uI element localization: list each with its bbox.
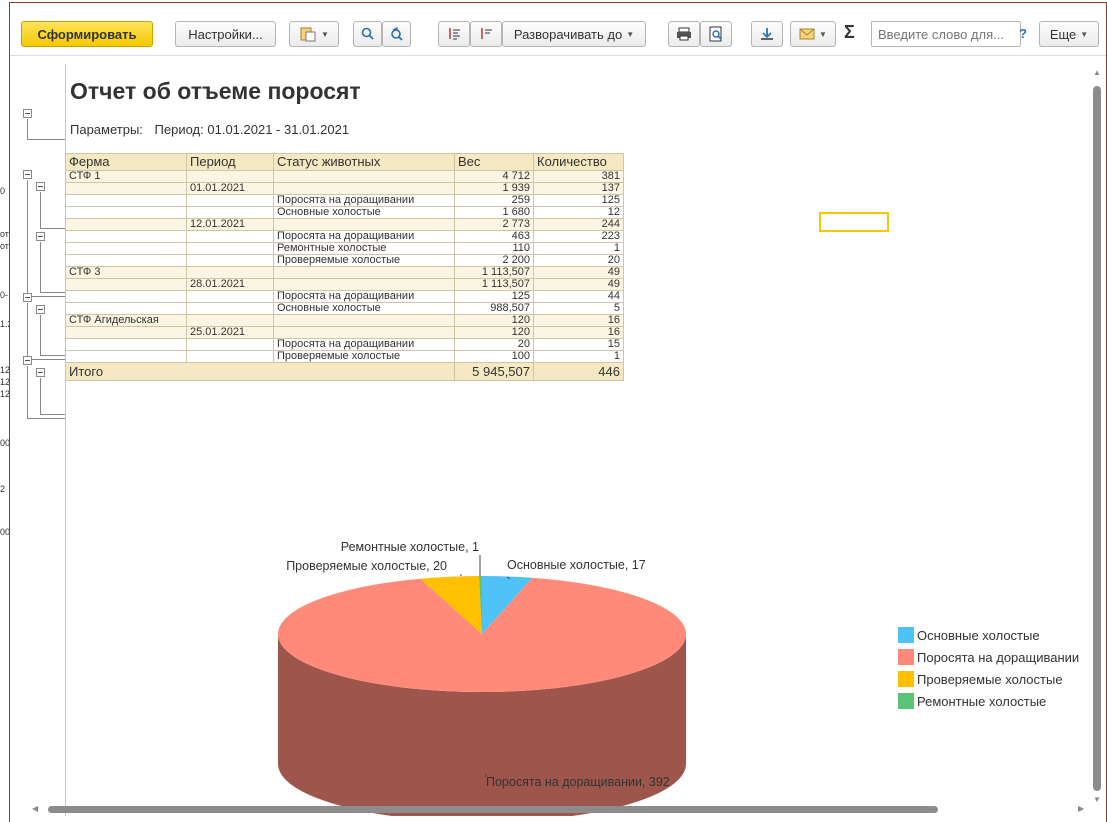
legend-label: Поросята на доращивании: [917, 649, 1080, 665]
print-button[interactable]: [668, 21, 700, 47]
legend-swatch: [898, 671, 914, 687]
legend-label: Основные холостые: [917, 627, 1040, 643]
scroll-left-icon[interactable]: ◀: [32, 804, 38, 813]
toolbar: Сформировать Настройки... ▼ Разворачиват…: [10, 3, 1106, 55]
report-area: Отчет об отъеме поросят Параметры: Перио…: [10, 55, 1106, 822]
generate-label: Сформировать: [37, 26, 137, 42]
vertical-scrollbar[interactable]: ▲ ▼: [1092, 68, 1102, 808]
preview-button[interactable]: [700, 21, 732, 47]
scroll-down-icon[interactable]: ▼: [1093, 795, 1101, 804]
chevron-down-icon: ▼: [626, 29, 635, 39]
download-icon: [759, 27, 775, 41]
settings-label: Настройки...: [188, 26, 263, 42]
legend-item: Основные холостые: [898, 627, 1040, 643]
horizontal-scrollbar[interactable]: ◀ ▶: [30, 804, 1090, 814]
legend-swatch: [898, 649, 914, 665]
more-button[interactable]: Еще ▼: [1039, 21, 1099, 47]
sort-descending-icon: [479, 27, 493, 41]
search-input[interactable]: [871, 21, 1021, 47]
report-window: Сформировать Настройки... ▼ Разворачиват…: [9, 2, 1107, 822]
legend-label: Ремонтные холостые: [917, 693, 1047, 709]
legend-swatch: [898, 693, 914, 709]
help-icon[interactable]: ?: [1019, 26, 1027, 41]
vertical-scroll-thumb[interactable]: [1093, 86, 1101, 791]
horizontal-scroll-thumb[interactable]: [48, 806, 938, 813]
chevron-down-icon: ▼: [1080, 29, 1089, 39]
data-label: Проверяемые холостые, 20: [286, 559, 447, 573]
legend-item: Ремонтные холостые: [898, 693, 1046, 709]
variants-button[interactable]: ▼: [289, 21, 339, 47]
find-button[interactable]: [353, 21, 382, 47]
more-label: Еще: [1049, 26, 1077, 42]
scroll-right-icon[interactable]: ▶: [1078, 804, 1084, 813]
legend-item: Поросята на доращивании: [898, 649, 1079, 665]
generate-button[interactable]: Сформировать: [21, 21, 153, 47]
search-icon: [361, 27, 375, 41]
printer-icon: [676, 27, 692, 41]
scroll-up-icon[interactable]: ▲: [1093, 68, 1101, 77]
save-button[interactable]: [751, 21, 783, 47]
legend-swatch: [898, 627, 914, 643]
settings-button[interactable]: Настройки...: [175, 21, 276, 47]
search-next-icon: [390, 27, 404, 41]
data-label: Поросята на доращивании, 392: [486, 775, 670, 789]
expand-to-button[interactable]: Разворачивать до ▼: [502, 21, 646, 47]
find-next-button[interactable]: [382, 21, 411, 47]
sort-ascending-icon: [447, 27, 461, 41]
chevron-down-icon: ▼: [819, 29, 827, 39]
legend-item: Проверяемые холостые: [898, 671, 1063, 687]
expand-to-label: Разворачивать до: [513, 26, 623, 42]
data-label: Основные холостые, 17: [507, 558, 646, 572]
legend-label: Проверяемые холостые: [917, 671, 1063, 687]
print-preview-icon: [709, 26, 723, 42]
data-label: Ремонтные холостые, 1: [341, 540, 479, 554]
sort-asc-button[interactable]: [438, 21, 470, 47]
sum-icon[interactable]: Σ: [844, 22, 855, 43]
sort-desc-button[interactable]: [470, 21, 502, 47]
send-email-button[interactable]: ▼: [790, 21, 836, 47]
chevron-down-icon: ▼: [321, 29, 329, 39]
report-variant-icon: [299, 26, 317, 42]
envelope-icon: [799, 28, 815, 40]
